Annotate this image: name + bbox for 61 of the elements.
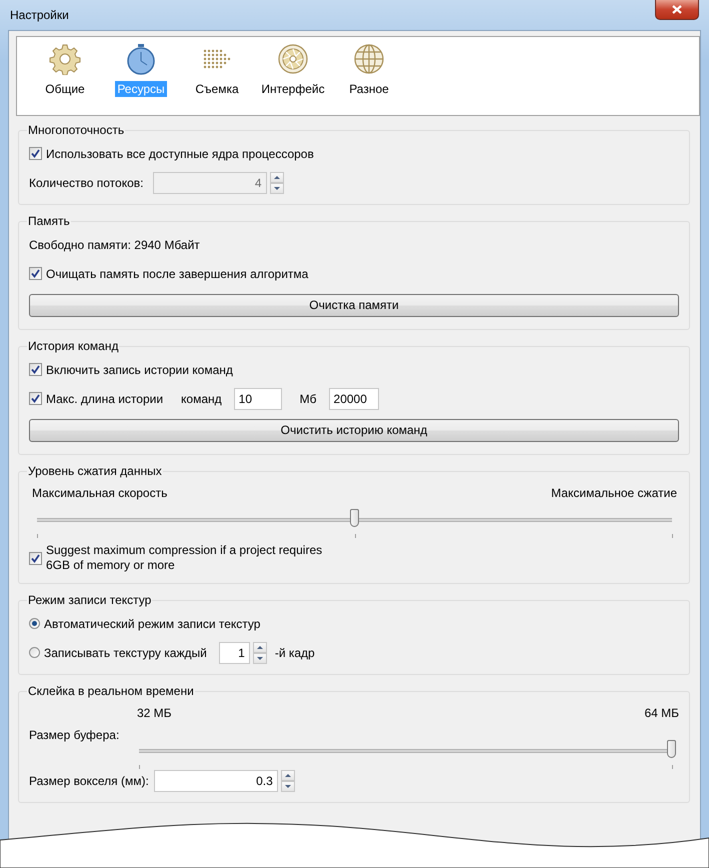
scale-label: Максимальное сжатие	[551, 486, 677, 500]
toolbar-tab[interactable]: Разное	[331, 43, 407, 115]
group-title: История команд	[27, 339, 120, 353]
tick-mark	[139, 765, 140, 769]
scale-label: 32 МБ	[137, 706, 172, 720]
group-title: Многопоточность	[27, 123, 126, 137]
checkbox[interactable]	[29, 552, 42, 564]
slider-thumb[interactable]	[350, 509, 358, 527]
info-text: Свободно памяти: 2940 Мбайт	[29, 238, 200, 252]
window-title: Настройки	[10, 8, 69, 22]
checkbox[interactable]	[29, 147, 42, 160]
toolbar-tab[interactable]: Общие	[27, 43, 103, 115]
globe-icon	[353, 43, 385, 75]
group-title: Режим записи текстур	[27, 593, 152, 607]
checkbox-label: Suggest maximum compression if a project requires 6GB of memory or more	[46, 543, 324, 573]
field-label: Мб	[300, 392, 317, 406]
checkbox[interactable]	[29, 267, 42, 280]
tick-mark	[37, 534, 38, 538]
toolbar-tab[interactable]: Интерфейс	[255, 43, 331, 115]
action-button[interactable]: Очистка памяти	[29, 294, 679, 316]
slider-label: Размер буфера:	[29, 728, 120, 742]
toolbar-tab[interactable]: Съемка	[179, 43, 255, 115]
tick-mark	[672, 765, 673, 769]
group-title: Склейка в реальном времени	[27, 684, 195, 698]
input-field[interactable]: 10	[234, 388, 282, 410]
gear-icon	[49, 43, 81, 75]
radio-label: Записывать текстуру каждый	[44, 646, 207, 660]
tick-mark	[672, 534, 673, 538]
field-label: -й кадр	[274, 646, 315, 660]
radio-button[interactable]	[29, 618, 40, 629]
scale-label: 64 МБ	[644, 706, 679, 720]
field-label: команд	[181, 392, 222, 406]
checkbox-label: Очищать память после завершения алгоритма	[46, 266, 308, 280]
radio-label: Автоматический режим записи текстур	[44, 616, 260, 630]
spin-up-button[interactable]	[252, 642, 267, 652]
number-field[interactable]: 0.3	[154, 770, 278, 792]
slider-thumb[interactable]	[667, 740, 676, 758]
checkbox-label: Макс. длина истории	[46, 392, 164, 406]
group-title: Уровень сжатия данных	[27, 464, 163, 478]
number-field[interactable]: 1	[218, 642, 250, 664]
stopwatch-icon	[125, 43, 157, 75]
input-field[interactable]: 20000	[328, 388, 379, 410]
spin-up-button[interactable]	[280, 770, 295, 780]
tick-mark	[354, 534, 356, 538]
action-button[interactable]: Очистить историю команд	[29, 418, 679, 442]
field-label: Размер вокселя (мм):	[29, 774, 149, 788]
scale-label: Максимальная скорость	[32, 486, 168, 500]
spin-up-button[interactable]	[270, 172, 284, 182]
spin-down-button[interactable]	[270, 182, 284, 194]
checkbox-label: Использовать все доступные ядра процессоров	[46, 146, 314, 160]
radio-button[interactable]	[29, 647, 40, 658]
checkbox-label: Включить запись истории команд	[46, 362, 233, 376]
close-button[interactable]	[655, 0, 699, 20]
close-icon	[672, 5, 682, 14]
spin-down-button[interactable]	[280, 780, 295, 792]
aperture-icon	[277, 43, 309, 75]
field-label: Количество потоков:	[29, 176, 144, 190]
spin-down-button[interactable]	[252, 652, 267, 664]
group-title: Память	[27, 214, 71, 228]
checkbox[interactable]	[29, 392, 42, 405]
checkbox[interactable]	[29, 363, 42, 376]
